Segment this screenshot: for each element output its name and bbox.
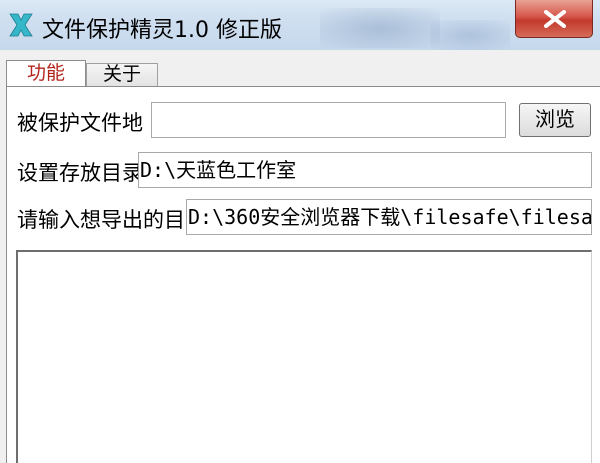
close-button[interactable] <box>515 0 593 38</box>
x-logo-icon <box>9 13 33 37</box>
title-bar-background-blur <box>320 8 440 48</box>
app-window: 文件保护精灵1.0 修正版 功能 关于 被保护文件地 浏览 设置存放目录 D:\… <box>0 0 600 463</box>
protect-file-input[interactable] <box>151 102 506 138</box>
window-title: 文件保护精灵1.0 修正版 <box>42 18 282 43</box>
protect-file-label: 被保护文件地 <box>17 111 143 135</box>
export-dir-input[interactable]: D:\360安全浏览器下载\filesafe\filesafe <box>186 199 592 235</box>
export-dir-label: 请输入想导出的目 <box>17 208 185 232</box>
save-dir-input[interactable]: D:\天蓝色工作室 <box>138 152 592 188</box>
tab-features[interactable]: 功能 <box>6 60 86 87</box>
browse-button[interactable]: 浏览 <box>519 103 591 137</box>
save-dir-label: 设置存放目录 <box>17 161 139 185</box>
output-textarea[interactable] <box>16 250 592 463</box>
tab-strip: 功能 关于 <box>0 50 600 87</box>
title-bar[interactable]: 文件保护精灵1.0 修正版 <box>0 0 600 50</box>
tab-about[interactable]: 关于 <box>86 63 158 86</box>
close-icon <box>544 10 566 28</box>
title-bar-background-blur <box>430 20 510 50</box>
